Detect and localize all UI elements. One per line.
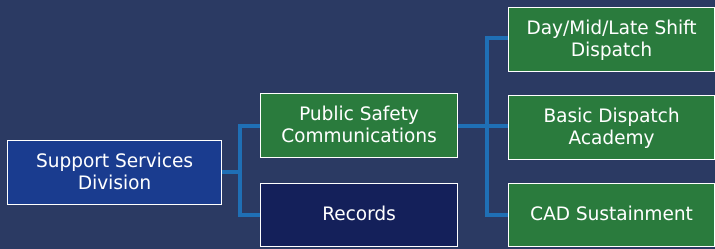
node-day-mid-late-shift-dispatch: Day/Mid/Late Shift Dispatch: [508, 7, 715, 72]
connector-psc-to-shift: [456, 36, 510, 128]
node-public-safety-communications: Public Safety Communications: [260, 93, 458, 158]
connector-root-to-records: [238, 170, 262, 217]
node-records: Records: [260, 183, 458, 247]
node-support-services-division: Support Services Division: [7, 140, 222, 205]
node-cad-sustainment: CAD Sustainment: [508, 183, 715, 247]
node-basic-dispatch-academy: Basic Dispatch Academy: [508, 95, 715, 160]
connector-psc-to-cad: [485, 124, 510, 217]
connector-root-to-psc: [220, 124, 262, 174]
